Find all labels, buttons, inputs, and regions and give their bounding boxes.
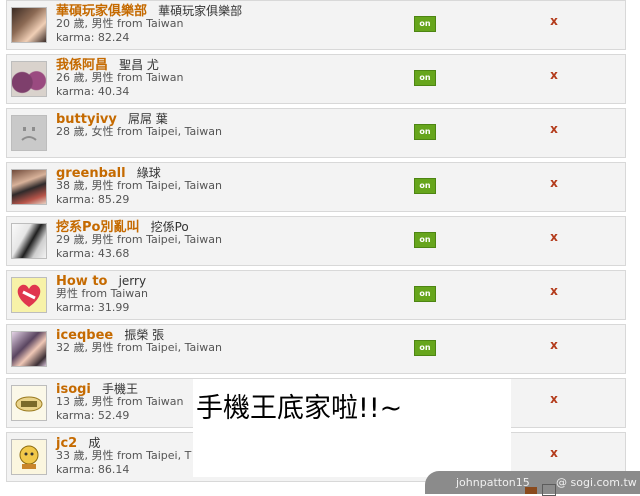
karma (56, 355, 222, 369)
avatar[interactable] (11, 331, 47, 367)
status-badge[interactable]: on (414, 124, 436, 140)
list-item: 挖系Po別亂叫 挖係Po 29 歲, 男性 from Taipei, Taiwa… (6, 216, 626, 266)
karma: karma: 52.49 (56, 409, 130, 422)
delete-icon[interactable]: x (548, 284, 560, 298)
display-name: 振榮 張 (124, 328, 165, 342)
user-info: 20 歲, 男性 from Taiwan (56, 17, 184, 30)
delete-icon[interactable]: x (548, 392, 560, 406)
status-badge[interactable]: on (414, 70, 436, 86)
user-info: 男性 from Taiwan (56, 287, 148, 300)
karma: karma: 43.68 (56, 247, 130, 260)
status-badge[interactable]: on (414, 286, 436, 302)
display-name: 挖係Po (150, 220, 189, 234)
display-name: 手機王 (101, 382, 138, 396)
avatar[interactable] (11, 277, 47, 313)
watermark-site: @ sogi.com.tw (556, 476, 637, 489)
display-name: 綠球 (136, 166, 161, 180)
avatar[interactable] (11, 61, 47, 97)
avatar[interactable] (11, 385, 47, 421)
delete-icon[interactable]: x (548, 446, 560, 460)
watermark-mark (542, 484, 556, 496)
cartoon-logo-icon (12, 440, 46, 474)
list-item: 我係阿昌 聖昌 尤 26 歲, 男性 from Taiwan karma: 40… (6, 54, 626, 104)
status-badge[interactable]: on (414, 232, 436, 248)
user-info: 38 歲, 男性 from Taipei, Taiwan (56, 179, 222, 192)
user-info: 33 歲, 男性 from Taipei, T (56, 449, 192, 462)
status-badge[interactable]: on (414, 340, 436, 356)
status-badge[interactable]: on (414, 16, 436, 32)
list-item: iceqbee 振榮 張 32 歲, 男性 from Taipei, Taiwa… (6, 324, 626, 374)
list-item: greenball 綠球 38 歲, 男性 from Taipei, Taiwa… (6, 162, 626, 212)
delete-icon[interactable]: x (548, 338, 560, 352)
user-info: 32 歲, 男性 from Taipei, Taiwan (56, 341, 222, 354)
delete-icon[interactable]: x (548, 14, 560, 28)
avatar[interactable] (11, 223, 47, 259)
sogi-logo-icon (12, 386, 46, 420)
status-badge[interactable]: on (414, 178, 436, 194)
delete-icon[interactable]: x (548, 122, 560, 136)
display-name: 成 (88, 436, 101, 450)
list-item: buttyivy 屌屌 葉 28 歲, 女性 from Taipei, Taiw… (6, 108, 626, 158)
sad-face-icon (12, 116, 46, 150)
avatar[interactable] (11, 115, 47, 151)
delete-icon[interactable]: x (548, 176, 560, 190)
display-name: 聖昌 尤 (119, 58, 159, 72)
karma: karma: 85.29 (56, 193, 130, 206)
user-info: 26 歲, 男性 from Taiwan (56, 71, 184, 84)
user-info: 13 歲, 男性 from Taiwan (56, 395, 184, 408)
karma: karma: 86.14 (56, 463, 130, 476)
caption-text: 手機王底家啦!!~ (196, 393, 403, 424)
user-info: 28 歲, 女性 from Taipei, Taiwan (56, 125, 222, 138)
watermark-mark (525, 487, 537, 494)
display-name: 屌屌 葉 (127, 112, 168, 126)
karma: karma: 40.34 (56, 85, 130, 98)
heart-icon (12, 278, 46, 312)
list-item: 華碩玩家俱樂部 華碩玩家俱樂部 20 歲, 男性 from Taiwan kar… (6, 0, 626, 50)
avatar[interactable] (11, 439, 47, 475)
delete-icon[interactable]: x (548, 68, 560, 82)
list-item: How to jerry 男性 from Taiwan karma: 31.99… (6, 270, 626, 320)
display-name: jerry (118, 274, 147, 288)
avatar[interactable] (11, 7, 47, 43)
karma: karma: 31.99 (56, 301, 130, 314)
karma: karma: 82.24 (56, 31, 130, 44)
watermark-user: johnpatton15 (456, 476, 530, 489)
karma (56, 139, 222, 153)
delete-icon[interactable]: x (548, 230, 560, 244)
avatar[interactable] (11, 169, 47, 205)
display-name: 華碩玩家俱樂部 (158, 4, 243, 18)
user-info: 29 歲, 男性 from Taipei, Taiwan (56, 233, 222, 246)
